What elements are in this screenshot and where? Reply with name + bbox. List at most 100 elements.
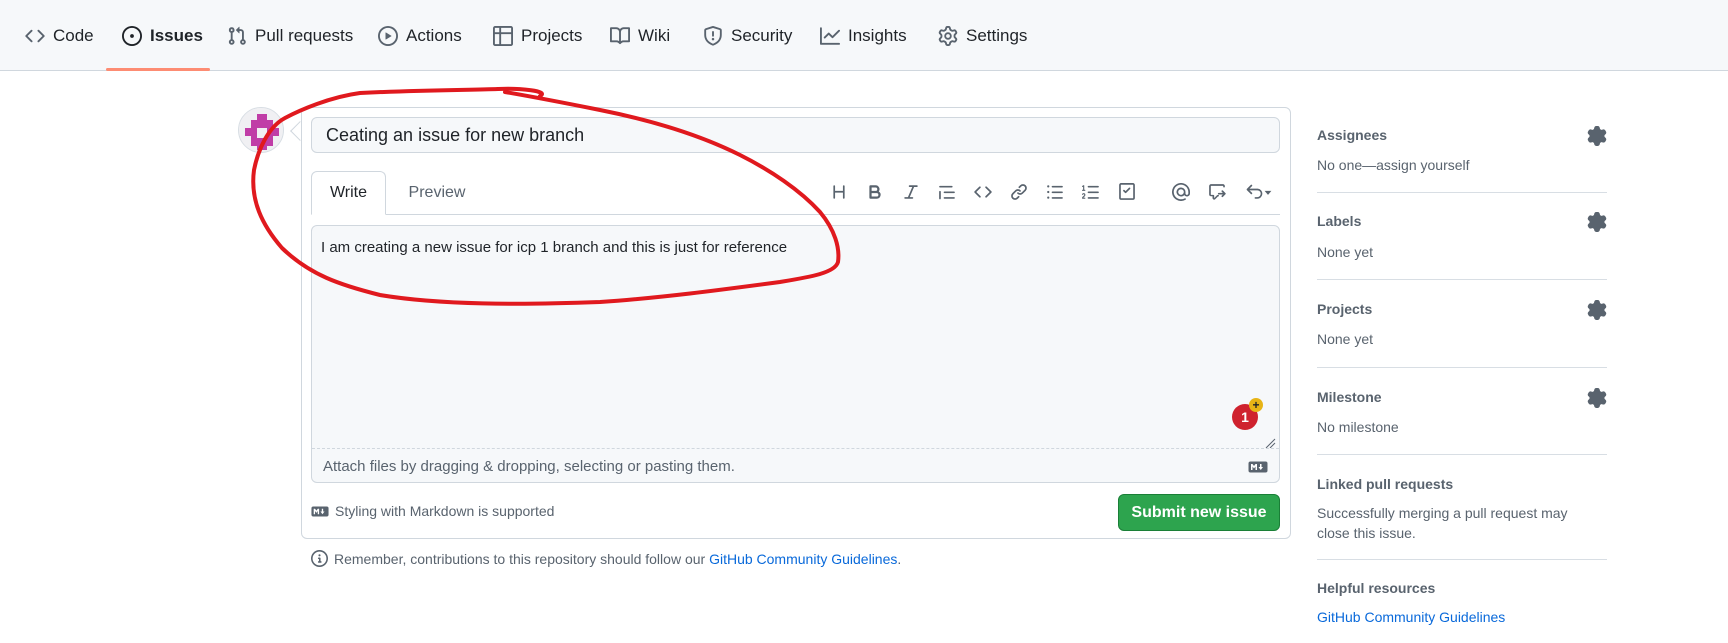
tab-settings-label: Settings: [966, 25, 1028, 45]
tab-security[interactable]: Security: [695, 0, 800, 71]
ordered-list-icon: [1082, 185, 1099, 199]
shield-icon: [704, 25, 722, 46]
git-pull-request-icon: [228, 26, 246, 45]
tab-insights[interactable]: Insights: [812, 0, 915, 71]
cross-reference-icon: [1209, 184, 1226, 200]
tab-wiki[interactable]: Wiki: [602, 0, 678, 71]
unordered-list-button[interactable]: [1041, 178, 1069, 206]
assignees-value[interactable]: No one—assign yourself: [1317, 155, 1597, 175]
reminder-text: Remember, contributions to this reposito…: [334, 550, 710, 567]
tab-preview[interactable]: Preview: [397, 171, 477, 215]
mention-icon: [1172, 183, 1190, 201]
ordered-list-button[interactable]: [1077, 178, 1105, 206]
heading-icon: [833, 185, 845, 199]
italic-button[interactable]: [897, 178, 925, 206]
issue-title-input[interactable]: [311, 117, 1280, 153]
graph-icon: [820, 26, 840, 45]
submit-label: Submit new issue: [1131, 503, 1267, 521]
gear-icon[interactable]: [1587, 300, 1607, 320]
book-icon: [610, 26, 630, 44]
helpful-guidelines-link[interactable]: GitHub Community Guidelines: [1317, 607, 1597, 627]
linked-prs-section: Linked pull requests Successfully mergin…: [1317, 456, 1607, 560]
tab-projects-label: Projects: [521, 25, 583, 45]
tasklist-icon: [1119, 183, 1135, 200]
cross-reference-button[interactable]: [1203, 178, 1231, 206]
assignees-section: Assignees No one—assign yourself: [1317, 110, 1607, 193]
attach-files-hint[interactable]: Attach files by dragging & dropping, sel…: [323, 458, 735, 475]
resize-handle[interactable]: [1264, 438, 1276, 448]
tab-actions[interactable]: Actions: [370, 0, 470, 71]
unordered-list-icon: [1047, 185, 1063, 199]
linked-prs-value: Successfully merging a pull request may …: [1317, 505, 1568, 541]
tab-settings[interactable]: Settings: [930, 0, 1035, 71]
markdown-icon: [1248, 461, 1268, 473]
community-guidelines-link[interactable]: GitHub Community Guidelines: [709, 551, 897, 567]
labels-section: Labels None yet: [1317, 194, 1607, 280]
reminder-end: .: [897, 550, 902, 567]
mention-button[interactable]: [1167, 178, 1195, 206]
tab-wiki-label: Wiki: [638, 25, 671, 45]
milestone-section: Milestone No milestone: [1317, 369, 1607, 455]
heading-button[interactable]: [825, 178, 853, 206]
tab-pull-requests[interactable]: Pull requests: [219, 0, 361, 71]
plus-badge-icon: +: [1249, 398, 1263, 412]
milestone-heading[interactable]: Milestone: [1317, 389, 1382, 405]
bold-button[interactable]: [861, 178, 889, 206]
contribution-reminder: Remember, contributions to this reposito…: [311, 550, 901, 567]
assignees-heading[interactable]: Assignees: [1317, 127, 1387, 143]
tab-write[interactable]: Write: [311, 171, 386, 215]
projects-section: Projects None yet: [1317, 281, 1607, 368]
quote-icon: [939, 185, 955, 200]
gear-icon[interactable]: [1587, 126, 1607, 146]
milestone-value: No milestone: [1317, 419, 1399, 435]
quote-button[interactable]: [933, 178, 961, 206]
notification-count: 1: [1241, 409, 1249, 425]
comment-body-text: I am creating a new issue for icp 1 bran…: [321, 239, 787, 256]
play-icon: [378, 25, 398, 46]
tasklist-button[interactable]: [1113, 178, 1141, 206]
gear-icon[interactable]: [1587, 212, 1607, 232]
resize-handle-icon: [1265, 438, 1276, 448]
repo-navigation: Code Issues Pull requests Actions Projec…: [0, 0, 1728, 71]
tab-preview-label: Preview: [408, 184, 466, 201]
info-icon: [311, 550, 328, 567]
linked-prs-heading: Linked pull requests: [1317, 476, 1454, 492]
tab-issues-label: Issues: [150, 25, 203, 45]
labels-value: None yet: [1317, 244, 1374, 260]
undo-dropdown-button[interactable]: [1241, 178, 1277, 206]
tab-insights-label: Insights: [848, 25, 907, 45]
link-button[interactable]: [1005, 178, 1033, 206]
projects-heading[interactable]: Projects: [1317, 301, 1372, 317]
attach-divider: [312, 448, 1279, 449]
tab-pull-requests-label: Pull requests: [255, 25, 354, 45]
link-icon: [1011, 184, 1027, 200]
tab-projects[interactable]: Projects: [485, 0, 590, 71]
markdown-support-label: Styling with Markdown is supported: [335, 503, 555, 519]
active-tab-indicator: [106, 68, 210, 71]
tab-write-label: Write: [329, 184, 368, 201]
labels-heading[interactable]: Labels: [1317, 213, 1361, 229]
tab-code[interactable]: Code: [17, 0, 102, 71]
identicon-icon: [239, 108, 283, 152]
helpful-resources-heading: Helpful resources: [1317, 580, 1436, 596]
tab-actions-label: Actions: [406, 25, 462, 45]
code-icon: [974, 186, 992, 198]
issue-opened-icon: [122, 25, 142, 46]
undo-icon: [1246, 184, 1272, 199]
projects-value: None yet: [1317, 331, 1374, 347]
submit-new-issue-button[interactable]: Submit new issue: [1118, 494, 1280, 531]
gear-icon: [938, 25, 958, 46]
bold-icon: [869, 185, 881, 199]
markdown-icon: [311, 506, 329, 516]
avatar[interactable]: [238, 107, 284, 153]
tab-code-label: Code: [53, 25, 94, 45]
italic-icon: [904, 185, 918, 199]
comment-body-textarea[interactable]: I am creating a new issue for icp 1 bran…: [311, 225, 1280, 483]
gear-icon[interactable]: [1587, 388, 1607, 408]
table-icon: [493, 25, 513, 46]
code-button[interactable]: [969, 178, 997, 206]
markdown-support-note[interactable]: Styling with Markdown is supported: [311, 503, 554, 519]
tab-issues[interactable]: Issues: [114, 0, 211, 71]
code-icon: [25, 29, 45, 42]
helpful-resources-section: Helpful resources GitHub Community Guide…: [1317, 561, 1607, 643]
